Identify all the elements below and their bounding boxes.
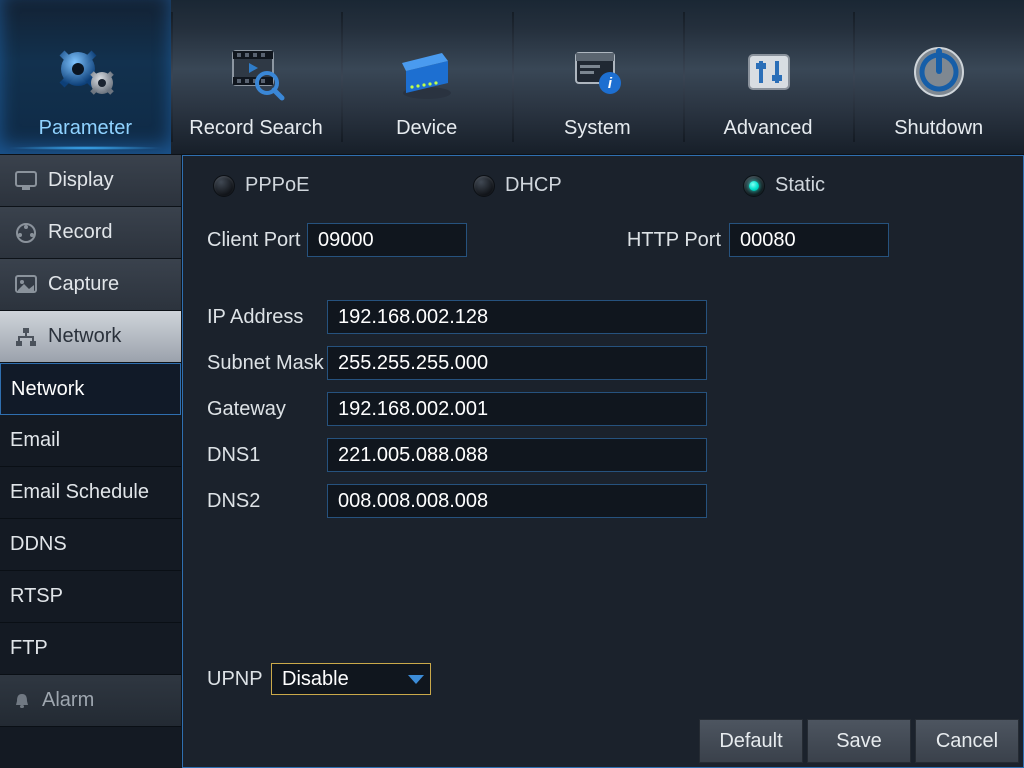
input-ip-address[interactable] [327, 300, 707, 334]
subnav-network[interactable]: Network [0, 363, 181, 415]
topnav-label: System [564, 117, 631, 140]
monitor-icon [14, 169, 38, 193]
sidebar-label: Record [48, 221, 112, 244]
radio-pppoe[interactable]: PPPoE [213, 174, 473, 197]
topnav-system[interactable]: i System [512, 0, 683, 154]
footer-buttons: Default Save Cancel [699, 719, 1019, 763]
top-nav: Parameter Record Search Device [0, 0, 1024, 155]
subnav-email-schedule[interactable]: Email Schedule [0, 467, 181, 519]
label-http-port: HTTP Port [619, 229, 729, 252]
radio-label: Static [775, 174, 825, 197]
network-icon [14, 325, 38, 349]
topnav-label: Advanced [724, 117, 813, 140]
topnav-label: Shutdown [894, 117, 983, 140]
topnav-record-search[interactable]: Record Search [171, 0, 342, 154]
sidebar-subnav: Network Email Email Schedule DDNS RTSP F… [0, 363, 181, 768]
gears-icon [50, 37, 120, 107]
input-http-port[interactable] [729, 223, 889, 257]
image-icon [14, 273, 38, 297]
topnav-shutdown[interactable]: Shutdown [853, 0, 1024, 154]
default-button[interactable]: Default [699, 719, 803, 763]
system-info-icon: i [562, 37, 632, 107]
input-dns1[interactable] [327, 438, 707, 472]
label-ip-address: IP Address [207, 306, 327, 329]
sidebar-label: Capture [48, 273, 119, 296]
input-subnet-mask[interactable] [327, 346, 707, 380]
sidebar-item-network[interactable]: Network [0, 311, 181, 363]
save-button[interactable]: Save [807, 719, 911, 763]
label-subnet-mask: Subnet Mask [207, 352, 327, 375]
sidebar-item-record[interactable]: Record [0, 207, 181, 259]
label-dns2: DNS2 [207, 490, 327, 513]
radio-label: PPPoE [245, 174, 309, 197]
device-icon [392, 37, 462, 107]
chevron-down-icon [408, 668, 424, 691]
label-dns1: DNS1 [207, 444, 327, 467]
power-icon [904, 37, 974, 107]
subnav-ddns[interactable]: DDNS [0, 519, 181, 571]
input-client-port[interactable] [307, 223, 467, 257]
input-gateway[interactable] [327, 392, 707, 426]
cancel-button[interactable]: Cancel [915, 719, 1019, 763]
sidebar-item-display[interactable]: Display [0, 155, 181, 207]
subnav-rtsp[interactable]: RTSP [0, 571, 181, 623]
radio-icon [213, 175, 235, 197]
sidebar: Display Record Capture Network Network E… [0, 155, 182, 768]
select-value: Disable [282, 668, 349, 691]
radio-icon [743, 175, 765, 197]
radio-icon [473, 175, 495, 197]
subnav-email[interactable]: Email [0, 415, 181, 467]
topnav-device[interactable]: Device [341, 0, 512, 154]
bell-icon [10, 689, 34, 713]
topnav-label: Record Search [189, 117, 322, 140]
reel-icon [14, 221, 38, 245]
sidebar-label: Network [48, 325, 121, 348]
label-gateway: Gateway [207, 398, 327, 421]
sliders-icon [733, 37, 803, 107]
label-client-port: Client Port [207, 229, 307, 252]
sidebar-item-capture[interactable]: Capture [0, 259, 181, 311]
subnav-alarm[interactable]: Alarm [0, 675, 181, 727]
topnav-label: Parameter [39, 117, 132, 140]
topnav-parameter[interactable]: Parameter [0, 0, 171, 154]
input-dns2[interactable] [327, 484, 707, 518]
film-search-icon [221, 37, 291, 107]
topnav-advanced[interactable]: Advanced [683, 0, 854, 154]
radio-label: DHCP [505, 174, 562, 197]
sidebar-label: Display [48, 169, 114, 192]
radio-dhcp[interactable]: DHCP [473, 174, 743, 197]
select-upnp[interactable]: Disable [271, 663, 431, 695]
label-upnp: UPNP [207, 668, 271, 691]
network-settings-panel: PPPoE DHCP Static Client Port HTTP Port [182, 155, 1024, 768]
subnav-ftp[interactable]: FTP [0, 623, 181, 675]
radio-static[interactable]: Static [743, 174, 825, 197]
topnav-label: Device [396, 117, 457, 140]
